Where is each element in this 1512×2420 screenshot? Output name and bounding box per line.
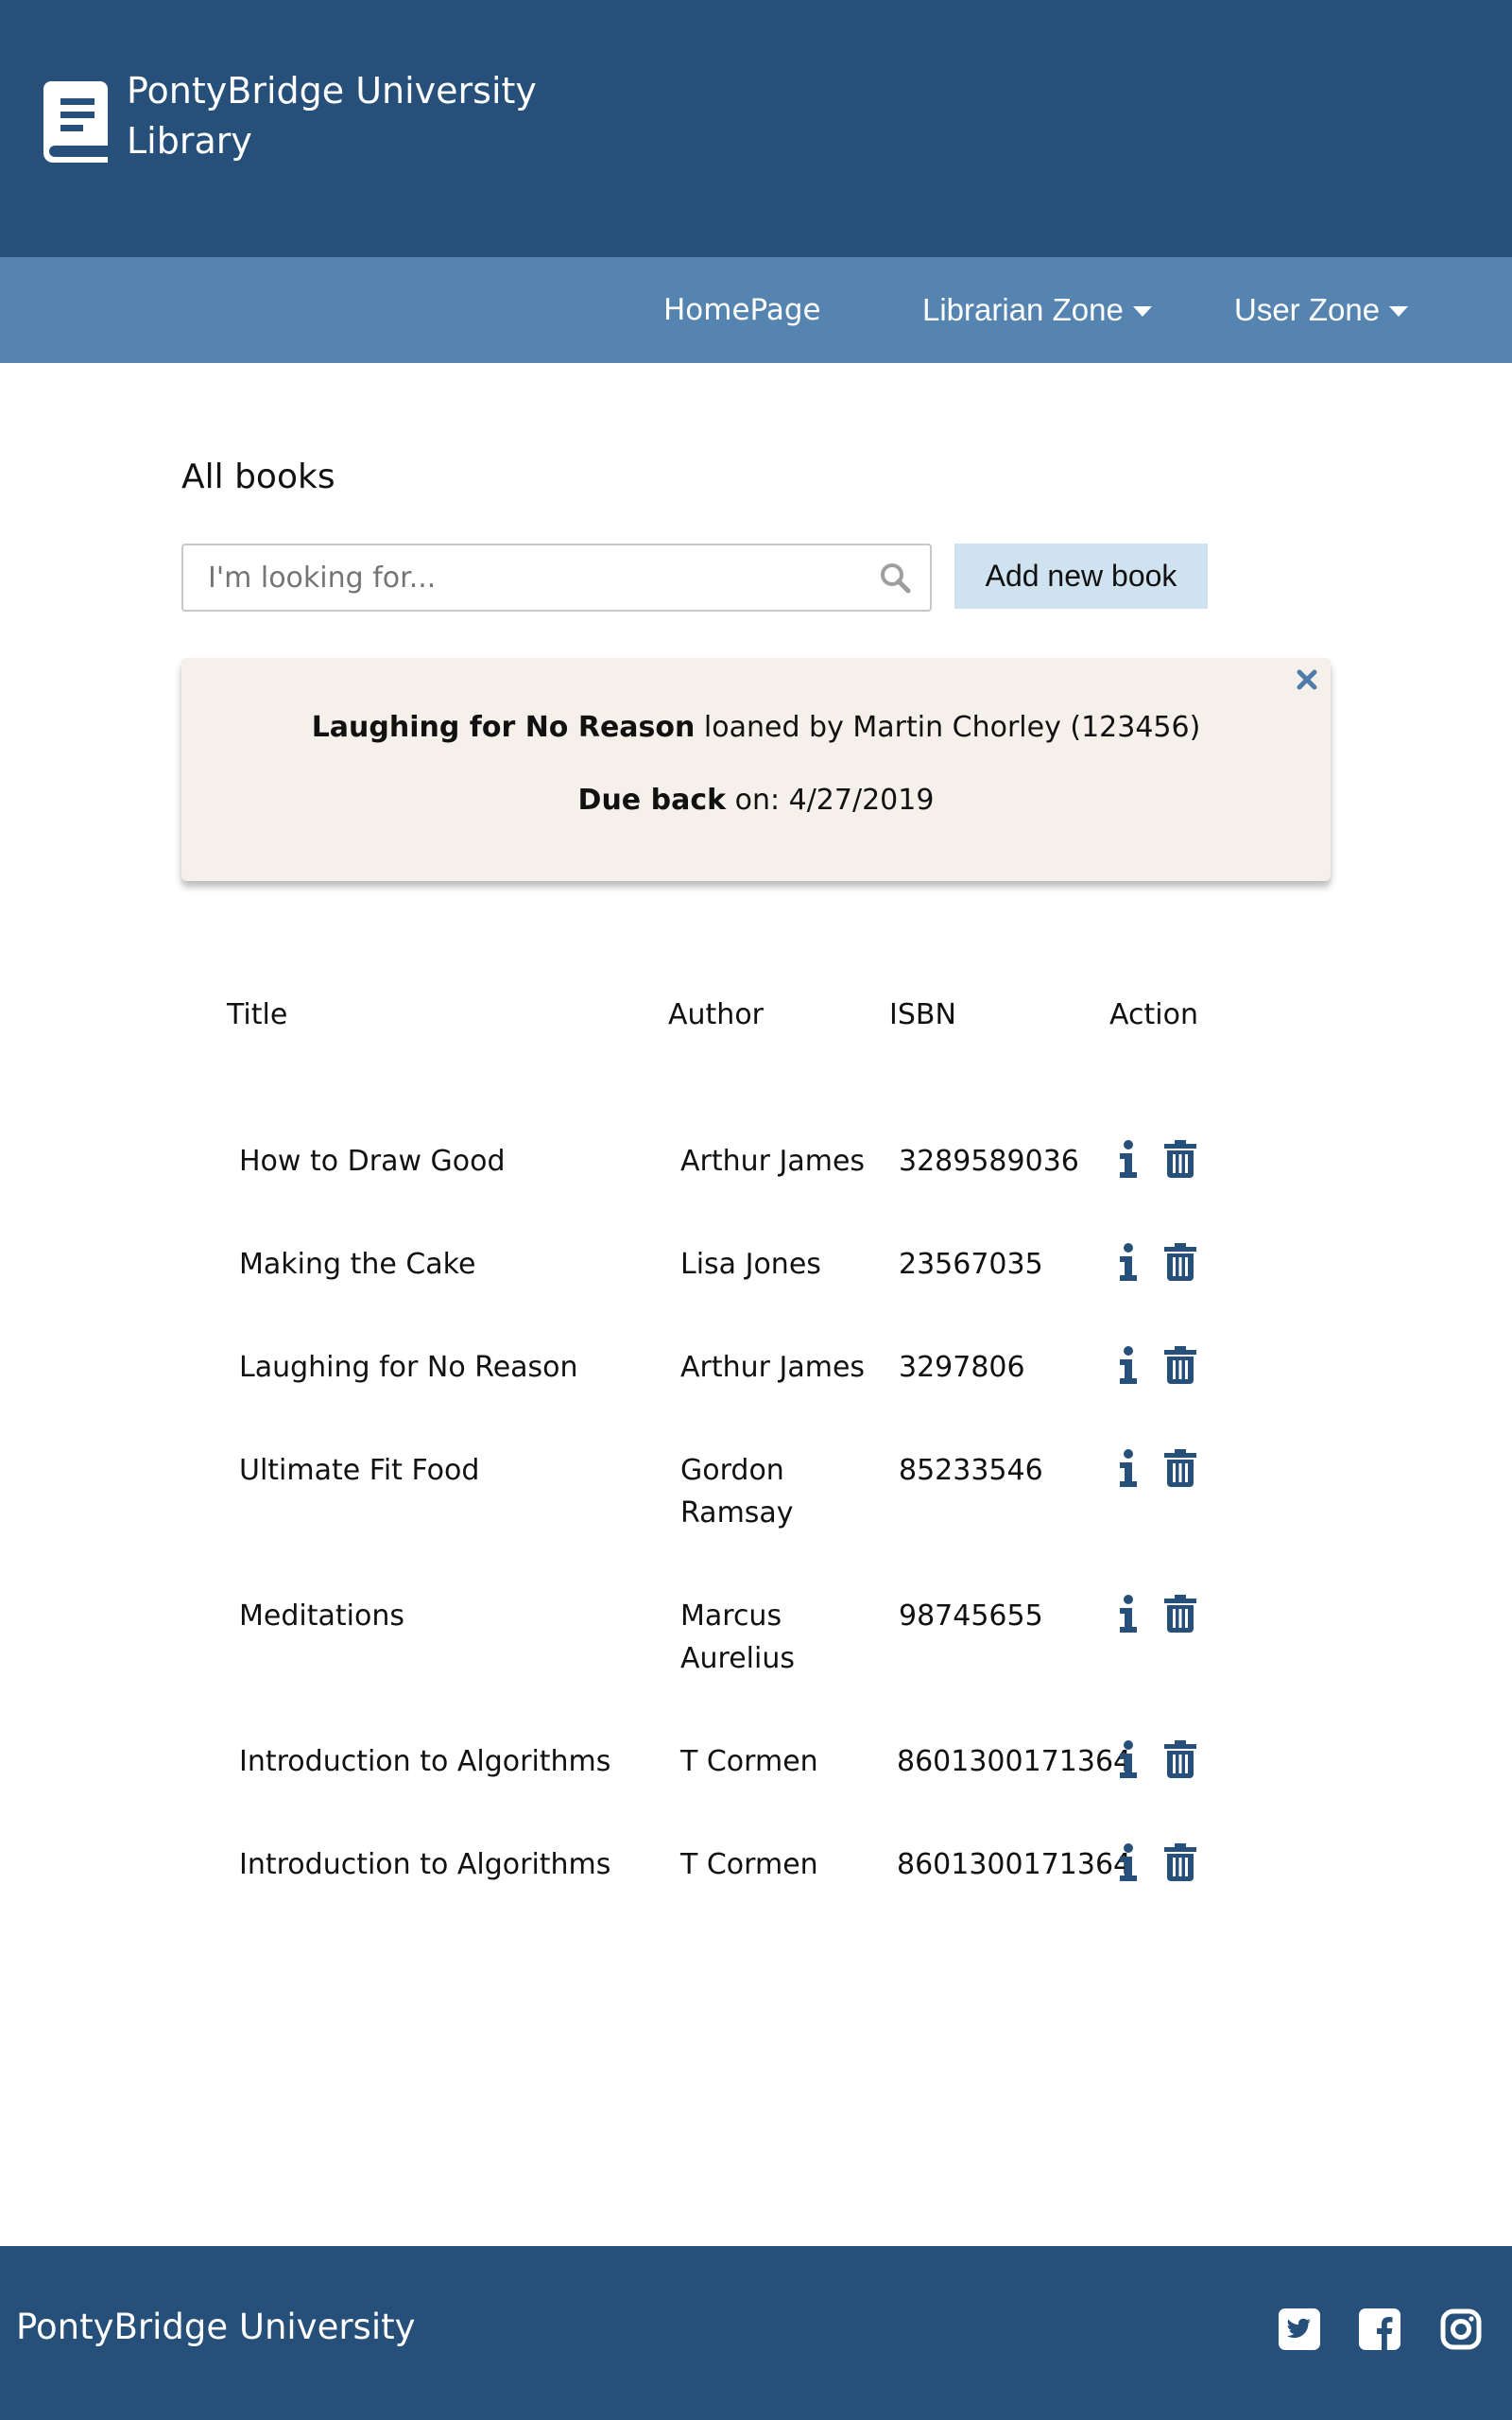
book-author: Arthur James [680, 1145, 866, 1178]
book-title: Ultimate Fit Food [239, 1454, 480, 1487]
nav-homepage-label: HomePage [663, 293, 821, 327]
info-icon[interactable] [1117, 1740, 1140, 1778]
book-isbn: 98745655 [899, 1599, 1043, 1633]
notice-loan-line: Laughing for No Reason loaned by Martin … [181, 711, 1331, 744]
close-icon[interactable] [1291, 664, 1323, 696]
trash-icon[interactable] [1164, 1346, 1196, 1384]
book-author: Arthur James [680, 1351, 866, 1384]
column-header-title: Title [227, 998, 288, 1031]
notice-book-title: Laughing for No Reason [311, 711, 696, 744]
column-header-author: Author [668, 998, 765, 1031]
info-icon[interactable] [1117, 1595, 1140, 1633]
book-title: How to Draw Good [239, 1145, 506, 1178]
book-author: T Cormen [680, 1848, 818, 1881]
nav-librarian-zone[interactable]: Librarian Zone [922, 257, 1152, 363]
site-title-line2: Library [127, 120, 252, 162]
notice-due-text: on: 4/27/2019 [726, 784, 935, 817]
nav-user-zone[interactable]: User Zone [1234, 257, 1409, 363]
info-icon[interactable] [1117, 1449, 1140, 1487]
book-title: Making the Cake [239, 1248, 476, 1281]
column-header-isbn: ISBN [889, 998, 956, 1031]
trash-icon[interactable] [1164, 1140, 1196, 1178]
notice-due-line: Due back on: 4/27/2019 [181, 784, 1331, 817]
twitter-icon[interactable] [1279, 2308, 1320, 2350]
trash-icon[interactable] [1164, 1449, 1196, 1487]
brand[interactable]: PontyBridge University Library [42, 66, 537, 166]
book-icon [43, 81, 108, 163]
site-title: PontyBridge University Library [127, 66, 537, 166]
facebook-icon[interactable] [1359, 2308, 1400, 2350]
book-author: Marcus Aurelius [680, 1599, 795, 1675]
instagram-icon[interactable] [1440, 2308, 1482, 2350]
notice-due-label: Due back [577, 784, 727, 817]
book-title: Introduction to Algorithms [239, 1848, 611, 1881]
trash-icon[interactable] [1164, 1243, 1196, 1281]
info-icon[interactable] [1117, 1243, 1140, 1281]
column-header-action: Action [1109, 998, 1198, 1031]
book-title: Introduction to Algorithms [239, 1745, 611, 1778]
book-isbn: 85233546 [899, 1454, 1043, 1487]
page-title: All books [181, 458, 335, 496]
book-isbn: 3289589036 [899, 1145, 1079, 1178]
trash-icon[interactable] [1164, 1843, 1196, 1881]
book-isbn: 8601300171364 [897, 1848, 1132, 1881]
nav-homepage[interactable]: HomePage [663, 257, 821, 363]
info-icon[interactable] [1117, 1346, 1140, 1384]
caret-down-icon [1132, 305, 1152, 317]
site-footer: PontyBridge University [0, 2246, 1512, 2420]
add-new-book-button[interactable]: Add new book [954, 544, 1208, 609]
book-author: T Cormen [680, 1745, 818, 1778]
footer-title: PontyBridge University [16, 2307, 416, 2347]
caret-down-icon [1389, 305, 1409, 317]
book-isbn: 23567035 [899, 1248, 1043, 1281]
book-title: Meditations [239, 1599, 404, 1633]
book-isbn: 3297806 [899, 1351, 1025, 1384]
notice-loaned-text: loaned by Martin Chorley (123456) [695, 711, 1201, 744]
loan-notification: Laughing for No Reason loaned by Martin … [181, 658, 1331, 881]
info-icon[interactable] [1117, 1140, 1140, 1178]
site-title-line1: PontyBridge University [127, 70, 537, 112]
trash-icon[interactable] [1164, 1595, 1196, 1633]
nav-librarian-zone-label: Librarian Zone [922, 292, 1124, 327]
search-input[interactable] [183, 545, 864, 610]
info-icon[interactable] [1117, 1843, 1140, 1881]
book-author: Gordon Ramsay [680, 1454, 794, 1530]
book-isbn: 8601300171364 [897, 1745, 1132, 1778]
site-header: PontyBridge University Library [0, 0, 1512, 257]
book-title: Laughing for No Reason [239, 1351, 578, 1384]
trash-icon[interactable] [1164, 1740, 1196, 1778]
nav-user-zone-label: User Zone [1234, 292, 1381, 327]
main-nav: HomePage Librarian Zone User Zone [0, 257, 1512, 363]
search-icon[interactable] [879, 562, 911, 594]
book-author: Lisa Jones [680, 1248, 821, 1281]
search-box [181, 544, 932, 612]
